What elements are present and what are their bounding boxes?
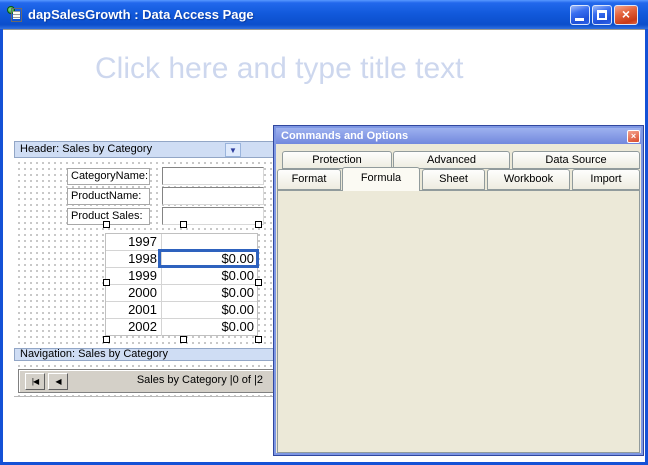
selection-handle[interactable] [103, 221, 110, 228]
first-record-button[interactable]: |◀ [25, 373, 45, 390]
sheet-row: 1997 [106, 234, 257, 251]
formula-tab-panel [277, 190, 640, 453]
value-cell[interactable] [161, 234, 257, 250]
window-title: dapSalesGrowth : Data Access Page [28, 0, 254, 29]
field-input-categoryname[interactable] [162, 167, 264, 185]
selection-handle[interactable] [103, 279, 110, 286]
maximize-button[interactable] [592, 5, 612, 25]
minimize-button[interactable] [570, 5, 590, 25]
tab-sheet[interactable]: Sheet [422, 169, 485, 190]
sheet-row: 1999$0.00 [106, 268, 257, 285]
field-label-productname[interactable]: ProductName: [67, 188, 150, 205]
value-cell[interactable]: $0.00 [161, 285, 257, 301]
sheet-row: 2002$0.00 [106, 319, 257, 336]
value-cell-selected[interactable]: $0.00 [161, 251, 257, 267]
sheet-row: 2001$0.00 [106, 302, 257, 319]
navigation-section-label: Navigation: Sales by Category [20, 348, 168, 360]
tab-data-source[interactable]: Data Source [512, 151, 640, 169]
value-cell[interactable]: $0.00 [161, 268, 257, 284]
field-input-productname[interactable] [162, 187, 264, 205]
dialog-title: Commands and Options [281, 130, 408, 142]
tab-format[interactable]: Format [277, 169, 341, 190]
year-cell[interactable]: 2002 [106, 319, 161, 336]
commands-and-options-dialog: Commands and Options × Protection Advanc… [273, 125, 644, 456]
year-cell[interactable]: 1998 [106, 251, 161, 267]
year-cell[interactable]: 2000 [106, 285, 161, 301]
page-icon [11, 8, 22, 22]
header-section-label: Header: Sales by Category [20, 143, 152, 155]
access-dap-window: dapSalesGrowth : Data Access Page × Clic… [0, 0, 648, 465]
selection-handle[interactable] [103, 336, 110, 343]
dialog-titlebar[interactable]: Commands and Options [276, 128, 641, 144]
year-cell[interactable]: 1997 [106, 234, 161, 250]
sheet-row: 1998$0.00 [106, 251, 257, 268]
previous-record-button[interactable]: ◀ [48, 373, 68, 390]
minimize-icon [575, 18, 584, 21]
maximize-icon [597, 10, 607, 20]
chevron-down-icon[interactable]: ▼ [225, 143, 241, 157]
field-input-productsales[interactable] [162, 207, 264, 225]
page-title-placeholder[interactable]: Click here and type title text [95, 52, 464, 86]
year-cell[interactable]: 2001 [106, 302, 161, 318]
value-cell[interactable]: $0.00 [161, 302, 257, 318]
design-surface: Click here and type title text Header: S… [3, 29, 645, 462]
value-cell[interactable]: $0.00 [161, 319, 257, 336]
selection-handle[interactable] [255, 221, 262, 228]
selection-handle[interactable] [180, 336, 187, 343]
dialog-close-button[interactable]: × [627, 130, 640, 143]
selection-handle[interactable] [255, 279, 262, 286]
year-cell[interactable]: 1999 [106, 268, 161, 284]
record-counter-text: Sales by Category |0 of |2 [120, 374, 263, 386]
field-label-categoryname[interactable]: CategoryName: [67, 168, 150, 185]
selection-handle[interactable] [255, 336, 262, 343]
sheet-row: 2000$0.00 [106, 285, 257, 302]
data-access-page-icon [7, 6, 24, 23]
tab-workbook[interactable]: Workbook [487, 169, 570, 190]
spreadsheet-control[interactable]: 1997 1998$0.00 1999$0.00 2000$0.00 2001$… [105, 233, 258, 336]
close-button[interactable]: × [614, 5, 638, 25]
tab-formula[interactable]: Formula [342, 167, 420, 191]
window-titlebar: dapSalesGrowth : Data Access Page × [0, 0, 648, 29]
selection-handle[interactable] [180, 221, 187, 228]
tab-import[interactable]: Import [572, 169, 640, 190]
